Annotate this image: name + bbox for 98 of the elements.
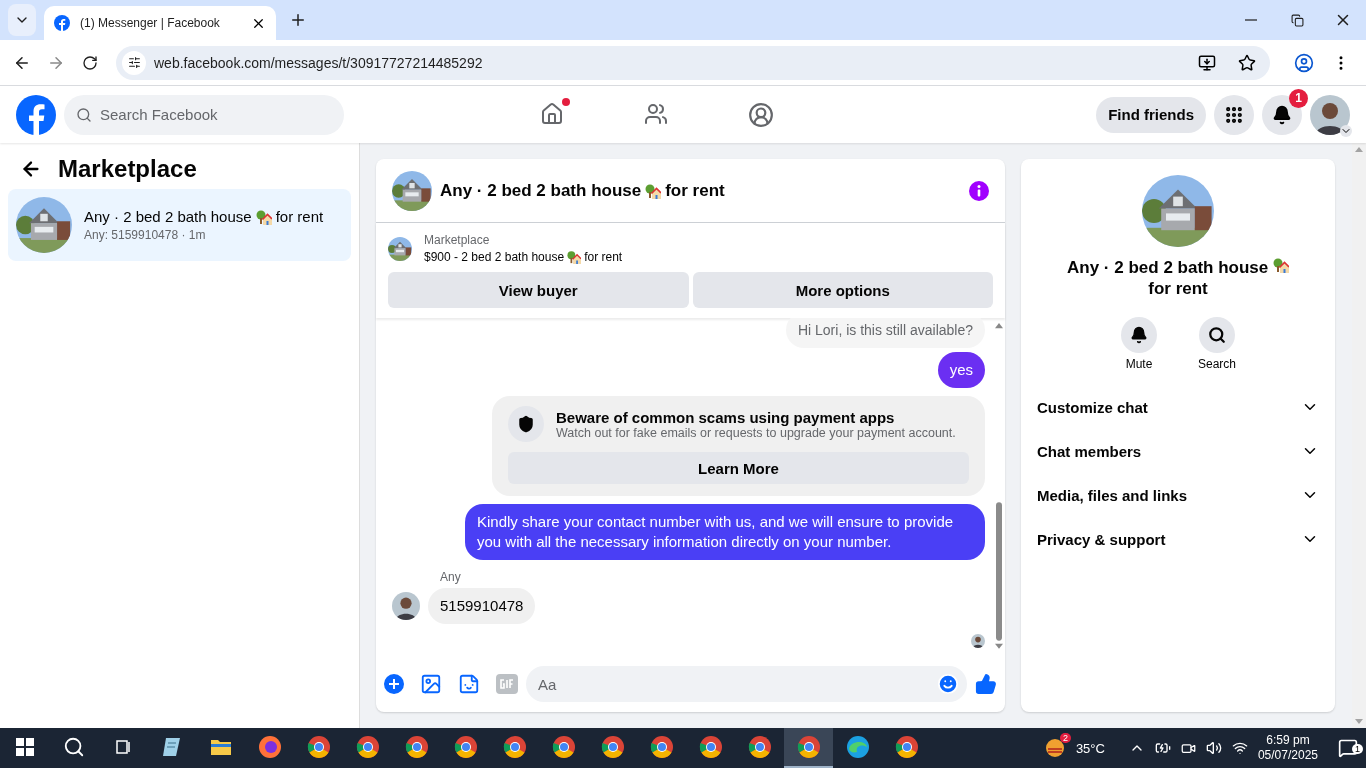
chrome-icon[interactable] — [306, 735, 331, 759]
conversation-item[interactable]: Any · 2 bed 2 bath house for rent Any: 5159910478 · 1m — [8, 189, 351, 261]
home-icon[interactable] — [540, 101, 564, 126]
bookmark-icon[interactable] — [1238, 53, 1256, 72]
read-receipt-avatar — [971, 634, 985, 648]
facebook-icon — [54, 15, 70, 31]
chrome-icon[interactable] — [453, 735, 478, 759]
listing-title: $900 - 2 bed 2 bath house — [424, 250, 565, 264]
restore-icon — [1290, 13, 1304, 27]
house-icon — [567, 250, 582, 264]
chrome-icon[interactable] — [355, 735, 380, 759]
notifications-icon[interactable] — [1338, 738, 1358, 758]
notifications-button[interactable] — [1262, 94, 1302, 135]
address-bar[interactable]: web.facebook.com/messages/t/30917727214485292 — [116, 45, 1270, 80]
friends-icon[interactable] — [644, 101, 668, 126]
page-title: Marketplace — [58, 155, 197, 183]
search-field[interactable]: Search Facebook — [64, 94, 344, 135]
listing-label: Marketplace — [424, 233, 491, 247]
chat-title: Any · 2 bed 2 bath house — [440, 180, 642, 201]
chrome-icon[interactable] — [404, 735, 429, 759]
reload-icon — [82, 54, 98, 71]
install-icon[interactable] — [1198, 53, 1216, 72]
grid-icon — [1224, 104, 1244, 125]
sliders-icon — [127, 56, 141, 69]
chat-title: for rent — [665, 180, 725, 201]
browser-tab[interactable]: (1) Messenger | Facebook — [44, 6, 276, 40]
photo-icon[interactable] — [420, 673, 442, 695]
profile-avatar — [1310, 94, 1350, 135]
more-options-button[interactable]: More options — [692, 272, 993, 308]
time: 6:59 pm — [1266, 733, 1310, 748]
sender-name: Any — [440, 570, 462, 584]
avatar — [392, 592, 420, 620]
chrome-icon[interactable] — [796, 735, 821, 759]
emoji-icon[interactable] — [937, 673, 959, 695]
message-preview: Any: 5159910478 · 1m — [84, 228, 207, 242]
plus-icon — [289, 11, 307, 29]
chrome-icon[interactable] — [502, 735, 527, 759]
shield-icon — [508, 406, 544, 442]
conversation-title: Any · 2 bed 2 bath house — [84, 208, 252, 225]
message-bubble: yes — [937, 352, 985, 388]
section-header[interactable]: Customize chat — [1037, 385, 1319, 429]
section-header[interactable]: Privacy & support — [1037, 517, 1319, 561]
conversation-title: for rent — [275, 208, 324, 225]
house-icon — [1272, 257, 1289, 273]
clock[interactable]: 6:59 pm 05/07/2025 — [1257, 733, 1318, 763]
sticker-icon[interactable] — [458, 673, 480, 695]
warning-title: Beware of common scams using payment apps — [556, 408, 896, 426]
facebook-logo[interactable] — [16, 94, 56, 135]
message-bubble: Hi Lori, is this still available? — [785, 318, 985, 348]
groups-icon[interactable] — [748, 101, 774, 128]
temperature: 35°C — [1075, 740, 1105, 756]
battery-icon[interactable] — [1154, 740, 1171, 756]
house-icon — [645, 182, 662, 199]
chrome-icon[interactable] — [551, 735, 576, 759]
warning-text: Watch out for fake emails or requests to upgrade your payment account. — [556, 425, 956, 440]
house-icon — [255, 208, 272, 225]
search-icon — [76, 106, 92, 123]
notification-badge: 1 — [1352, 744, 1363, 754]
profile-icon[interactable] — [1294, 52, 1314, 73]
date: 05/07/2025 — [1257, 748, 1318, 763]
tab-list-button[interactable] — [8, 4, 36, 36]
windows-icon[interactable] — [15, 738, 34, 756]
menu-button[interactable] — [1214, 94, 1254, 135]
bell-icon — [1130, 326, 1148, 344]
chrome-icon[interactable] — [894, 735, 919, 759]
chrome-icon[interactable] — [747, 735, 772, 759]
chrome-icon[interactable] — [698, 735, 723, 759]
chat-title: for rent — [1148, 279, 1208, 298]
task-view-icon[interactable] — [113, 738, 132, 756]
find-friends-button[interactable]: Find friends — [1096, 96, 1206, 133]
listing-title: for rent — [584, 250, 623, 264]
plus-icon[interactable] — [384, 674, 404, 694]
section-header[interactable]: Chat members — [1037, 429, 1319, 473]
search-icon[interactable] — [62, 736, 85, 758]
bell-icon — [1272, 104, 1292, 125]
chat-title: Any · 2 bed 2 bath house — [1067, 258, 1269, 277]
edge-icon[interactable] — [845, 735, 870, 759]
firefox-icon[interactable] — [257, 735, 282, 759]
view-buyer-button[interactable]: View buyer — [388, 272, 689, 308]
like-icon[interactable] — [975, 673, 997, 695]
chrome-icon[interactable] — [649, 735, 674, 759]
learn-more-button[interactable]: Learn More — [508, 452, 969, 484]
section-header[interactable]: Media, files and links — [1037, 473, 1319, 517]
network-icon[interactable] — [1231, 740, 1248, 756]
volume-icon[interactable] — [1205, 740, 1222, 756]
info-icon[interactable] — [969, 180, 989, 201]
message-bubble: 5159910478 — [428, 588, 536, 624]
taskbar-button[interactable] — [784, 728, 833, 768]
search-icon — [1208, 326, 1226, 344]
tab-title: (1) Messenger | Facebook — [80, 16, 221, 30]
chrome-icon[interactable] — [600, 735, 625, 759]
site-info-button[interactable] — [122, 50, 146, 75]
notification-badge: 1 — [1289, 88, 1308, 108]
weather-badge: 2 — [1059, 733, 1071, 743]
message-field[interactable]: Aa — [526, 666, 967, 702]
message-bubble: Kindly share your contact number with us, and we will ensure to provide you with all the necessary information directly on your number. — [465, 504, 985, 560]
minimize-icon — [1245, 19, 1257, 21]
weather-icon[interactable] — [1043, 737, 1066, 759]
